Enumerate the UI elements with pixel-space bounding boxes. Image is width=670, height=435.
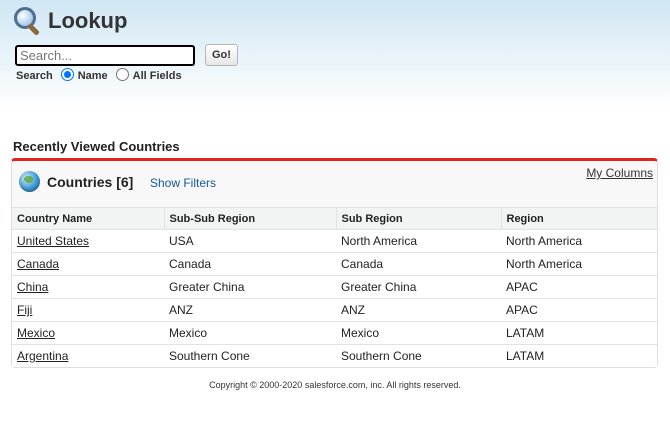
sub-sub-region-cell: ANZ	[164, 298, 336, 322]
column-header-sub-region[interactable]: Sub Region	[336, 207, 502, 230]
table-row: China Greater China Greater China APAC	[12, 275, 657, 299]
country-link[interactable]: Argentina	[17, 349, 68, 363]
region-cell: LATAM	[501, 321, 657, 345]
sub-sub-region-cell: Southern Cone	[169, 349, 250, 363]
country-link[interactable]: Mexico	[17, 326, 55, 340]
sub-region-cell: North America	[336, 229, 501, 253]
search-input[interactable]	[15, 44, 195, 66]
country-link[interactable]: Fiji	[17, 303, 32, 317]
table-row: Fiji ANZ ANZ APAC	[12, 298, 657, 322]
sub-region-cell: ANZ	[336, 298, 501, 322]
region-cell: North America	[501, 229, 657, 253]
panel-header: Countries [6] Show Filters My Columns	[12, 161, 657, 207]
region-cell: LATAM	[506, 349, 545, 363]
radio-all-fields[interactable]	[115, 68, 129, 81]
go-button[interactable]: Go!	[205, 44, 238, 66]
country-link[interactable]: China	[17, 280, 48, 294]
magnifier-icon	[12, 5, 44, 37]
page-header: Lookup	[12, 4, 127, 38]
sub-region-cell: Mexico	[336, 321, 501, 345]
sub-region-cell: Southern Cone	[341, 349, 422, 363]
column-header-country-name[interactable]: Country Name	[12, 207, 165, 230]
my-columns-link[interactable]: My Columns	[586, 166, 653, 180]
country-link[interactable]: United States	[17, 234, 89, 248]
sub-sub-region-cell: Canada	[164, 252, 336, 276]
sub-sub-region-cell: USA	[164, 229, 336, 253]
panel-title: Countries [6]	[47, 174, 134, 190]
column-header-sub-sub-region[interactable]: Sub-Sub Region	[164, 207, 337, 230]
region-cell: North America	[501, 252, 657, 276]
table-row: Argentina Southern Cone Southern Cone LA…	[12, 345, 657, 368]
show-filters-link[interactable]: Show Filters	[150, 176, 216, 190]
search-scope-label: Search	[16, 69, 53, 82]
search-row: Go!	[15, 44, 238, 66]
table-row: Canada Canada Canada North America	[12, 252, 657, 276]
country-link[interactable]: Canada	[17, 257, 59, 271]
column-header-region[interactable]: Region	[501, 207, 657, 230]
region-cell: APAC	[501, 298, 657, 322]
countries-table: Country Name Sub-Sub Region Sub Region R…	[12, 207, 657, 367]
table-header-row: Country Name Sub-Sub Region Sub Region R…	[12, 207, 657, 230]
region-cell: APAC	[501, 275, 657, 299]
sub-region-cell: Greater China	[336, 275, 501, 299]
sub-sub-region-cell: Mexico	[164, 321, 336, 345]
globe-icon	[19, 171, 40, 192]
countries-panel: Countries [6] Show Filters My Columns Co…	[11, 158, 658, 368]
radio-name-label[interactable]: Name	[78, 70, 108, 82]
radio-all-fields-label[interactable]: All Fields	[133, 70, 182, 82]
page-title: Lookup	[48, 8, 128, 33]
search-scope: Search Name All Fields	[16, 68, 190, 82]
section-title: Recently Viewed Countries	[13, 139, 180, 154]
copyright-footer: Copyright © 2000-2020 salesforce.com, in…	[209, 380, 461, 390]
sub-sub-region-cell: Greater China	[164, 275, 336, 299]
radio-name[interactable]	[60, 68, 74, 81]
sub-region-cell: Canada	[336, 252, 501, 276]
table-row: United States USA North America North Am…	[12, 229, 657, 253]
table-row: Mexico Mexico Mexico LATAM	[12, 321, 657, 345]
